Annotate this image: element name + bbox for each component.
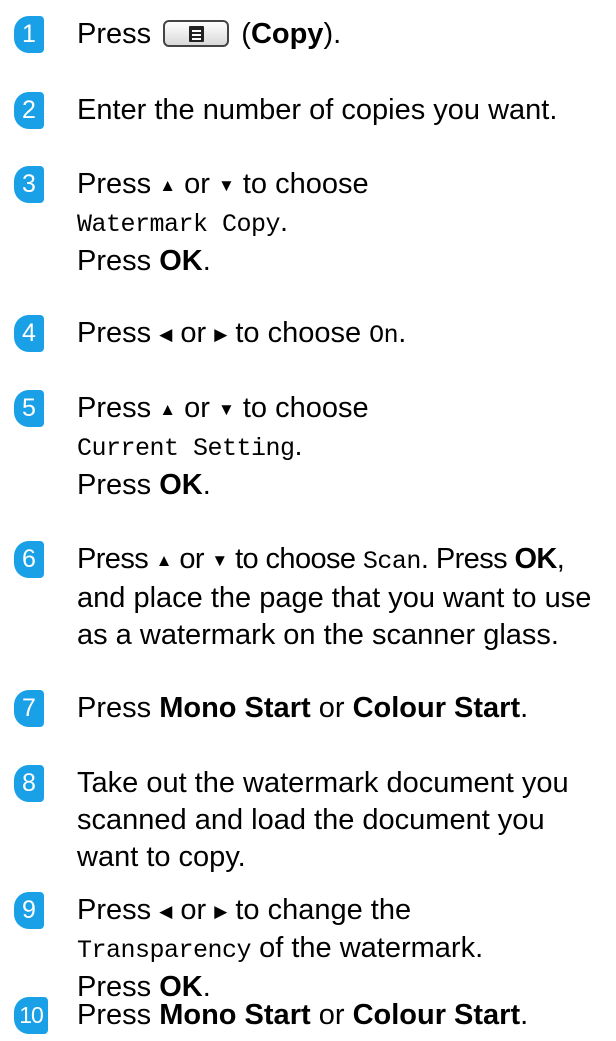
step-number-badge: 9 bbox=[14, 892, 44, 929]
step-text-line: scanned and load the document you bbox=[77, 804, 545, 836]
right-arrow-icon: ▶ bbox=[214, 325, 228, 344]
step-text-part: to choose bbox=[242, 392, 369, 424]
step-text: Press Mono Start or Colour Start. bbox=[77, 690, 613, 727]
step-text-part: Press bbox=[77, 245, 152, 277]
step-text-part: Press bbox=[77, 543, 149, 575]
step-text-part: . bbox=[294, 430, 303, 462]
step-text-part: . bbox=[202, 245, 211, 277]
down-arrow-icon: ▼ bbox=[217, 176, 235, 195]
step-text-part: or bbox=[180, 894, 207, 926]
step-text-part: of the watermark. bbox=[259, 932, 484, 964]
down-arrow-icon: ▼ bbox=[217, 400, 235, 419]
step-text-part: Press bbox=[77, 894, 152, 926]
step-number-badge: 2 bbox=[14, 92, 44, 129]
step-text-part: Press bbox=[77, 18, 152, 50]
menu-option: Current Setting bbox=[77, 434, 295, 463]
down-arrow-icon: ▼ bbox=[211, 551, 228, 570]
step-text-part: or bbox=[184, 392, 210, 424]
menu-option: Watermark Copy bbox=[77, 210, 281, 239]
step-text-part: to choose bbox=[235, 543, 356, 575]
step-number-badge: 7 bbox=[14, 690, 44, 727]
step-text-part: ( bbox=[241, 18, 251, 50]
step-number-badge: 10 bbox=[14, 997, 48, 1034]
up-arrow-icon: ▲ bbox=[155, 551, 173, 570]
step-text: Enter the number of copies you want. bbox=[77, 94, 558, 126]
step-text-line: as a watermark on the scanner glass. bbox=[77, 619, 559, 651]
menu-option: Transparency bbox=[77, 936, 252, 965]
step-text-part: Press bbox=[77, 168, 152, 200]
step-text-part: Press bbox=[77, 999, 152, 1031]
step-text: Press ◀ or ▶ to change the Transparency … bbox=[77, 892, 613, 1006]
step-text-part: Press bbox=[77, 692, 152, 724]
up-arrow-icon: ▲ bbox=[159, 400, 177, 419]
ok-button-label: OK bbox=[514, 543, 557, 575]
step-text-part: or bbox=[184, 168, 210, 200]
manual-page: { "accent_color": "#1aa0e6", "icons": { … bbox=[0, 0, 616, 1041]
step-number-badge: 6 bbox=[14, 541, 44, 578]
step-text-part: or bbox=[318, 692, 345, 724]
step-text-part: Press bbox=[435, 543, 508, 575]
step-text-line: Take out the watermark document you bbox=[77, 767, 569, 799]
mono-start-button-label: Mono Start bbox=[159, 999, 311, 1031]
step-text-part: . bbox=[520, 692, 529, 724]
mono-start-button-label: Mono Start bbox=[159, 692, 311, 724]
step-text-part: Press bbox=[77, 317, 152, 349]
left-arrow-icon: ◀ bbox=[159, 902, 173, 921]
step-text-part: or bbox=[318, 999, 345, 1031]
step-text-part: to choose bbox=[242, 168, 369, 200]
step-number-badge: 5 bbox=[14, 390, 44, 427]
step-number-badge: 1 bbox=[14, 16, 44, 53]
right-arrow-icon: ▶ bbox=[214, 902, 228, 921]
menu-option: Scan bbox=[362, 547, 422, 576]
step-text-part: . bbox=[420, 543, 429, 575]
step-text-part: . bbox=[280, 206, 289, 238]
step-text-part: to change the bbox=[235, 894, 412, 926]
step-text-part: ). bbox=[323, 18, 342, 50]
step-number-badge: 8 bbox=[14, 765, 44, 802]
left-arrow-icon: ◀ bbox=[159, 325, 173, 344]
step-text-part: . bbox=[202, 469, 211, 501]
step-text-part: Press bbox=[77, 469, 152, 501]
copy-key-icon bbox=[163, 19, 230, 47]
step-text-line: and place the page that you want to use bbox=[77, 582, 592, 614]
ok-button-label: OK bbox=[159, 245, 203, 277]
step-text-line: want to copy. bbox=[77, 841, 246, 873]
step-text-part: , bbox=[556, 543, 565, 575]
step-text: Press ◀ or ▶ to choose On. bbox=[77, 315, 613, 354]
step-text: Press ▲ or ▼ to choose Current Setting. … bbox=[77, 390, 613, 504]
step-text: Press ▲ or ▼ to choose Scan. Press OK, a… bbox=[77, 541, 613, 654]
step-text-part: . bbox=[520, 999, 529, 1031]
step-number-badge: 3 bbox=[14, 166, 44, 203]
step-text-part: . bbox=[398, 317, 407, 349]
step-number-badge: 4 bbox=[14, 315, 44, 352]
step-text-part: or bbox=[179, 543, 204, 575]
step-text: Take out the watermark document you scan… bbox=[77, 765, 613, 876]
ok-button-label: OK bbox=[159, 469, 203, 501]
step-text: Press ▲ or ▼ to choose Watermark Copy. P… bbox=[77, 166, 613, 280]
copy-button-label: Copy bbox=[250, 18, 324, 50]
menu-option: On bbox=[369, 321, 399, 350]
colour-start-button-label: Colour Start bbox=[352, 692, 521, 724]
colour-start-button-label: Colour Start bbox=[352, 999, 521, 1031]
step-text: Press Mono Start or Colour Start. bbox=[77, 997, 613, 1034]
step-text-part: or bbox=[180, 317, 207, 349]
step-text: Press (Copy). bbox=[77, 16, 613, 53]
step-text-part: Press bbox=[77, 392, 152, 424]
step-text-part: to choose bbox=[235, 317, 362, 349]
up-arrow-icon: ▲ bbox=[159, 176, 177, 195]
